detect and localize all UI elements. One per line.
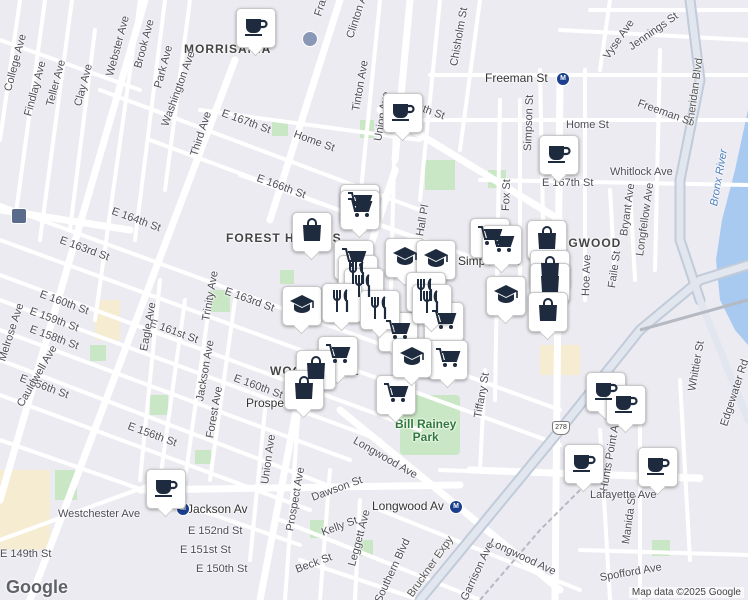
map-attribution[interactable]: Map data ©2025 Google xyxy=(628,587,744,598)
marker-shopping-bag[interactable] xyxy=(528,292,568,332)
station-label: Longwood Av xyxy=(372,499,444,513)
street-label: E 152nd St xyxy=(188,525,243,537)
street-label: E 149th St xyxy=(0,548,52,560)
street-label: Hoe Ave xyxy=(580,254,594,297)
street-label: Simpson St xyxy=(522,94,536,152)
station-label: Freeman St xyxy=(485,71,548,85)
street-label: Lafayette Ave xyxy=(590,489,657,501)
shopping-cart-icon xyxy=(347,197,373,224)
marker-shopping-bag[interactable] xyxy=(292,212,332,252)
marker-shopping-cart[interactable] xyxy=(340,190,380,230)
metro-icon[interactable] xyxy=(449,500,463,514)
map-canvas[interactable]: MORRISANIA FOREST HOUSES WOODSTOCK LONGW… xyxy=(0,0,748,600)
metro-icon[interactable] xyxy=(556,72,570,86)
marker-education[interactable] xyxy=(282,286,322,326)
shopping-cart-icon xyxy=(435,347,461,374)
bronx-river xyxy=(716,110,748,345)
coffee-icon xyxy=(154,477,178,502)
marker-shopping-cart[interactable] xyxy=(428,340,468,380)
street-label: Whitlock Ave xyxy=(610,166,673,178)
school-icon xyxy=(493,284,519,309)
shopping-bag-icon xyxy=(537,297,559,327)
coffee-icon xyxy=(244,16,268,41)
coffee-icon xyxy=(547,143,571,168)
coffee-icon xyxy=(614,393,638,418)
marker-coffee[interactable] xyxy=(638,447,678,487)
street-label: E 167th St xyxy=(542,177,594,189)
station-poi-icon[interactable] xyxy=(11,208,27,224)
park-area xyxy=(425,160,455,190)
marker-education[interactable] xyxy=(486,276,526,316)
street-label: Fox St xyxy=(500,179,514,212)
coffee-icon xyxy=(646,455,670,480)
park-label: Bill Rainey Park xyxy=(395,417,457,444)
street-label: Westchester Ave xyxy=(58,508,141,520)
shopping-bag-icon xyxy=(301,217,323,247)
street-label: Home St xyxy=(566,119,609,131)
marker-coffee[interactable] xyxy=(236,8,276,48)
school-icon xyxy=(392,246,418,271)
park-area xyxy=(280,270,294,284)
marker-coffee[interactable] xyxy=(146,469,186,509)
marker-coffee[interactable] xyxy=(564,444,604,484)
highway-shield-icon: 278 xyxy=(552,421,570,435)
school-icon xyxy=(399,346,425,371)
shopping-bag-icon xyxy=(293,375,315,405)
marker-coffee[interactable] xyxy=(539,135,579,175)
highway-shield-number: 278 xyxy=(555,424,567,431)
hospital-poi-icon[interactable] xyxy=(302,31,318,47)
park-area xyxy=(90,345,106,361)
coffee-icon xyxy=(391,101,415,126)
street-label: E 150th St xyxy=(196,563,248,575)
school-icon xyxy=(423,248,449,273)
shopping-cart-icon xyxy=(489,232,515,259)
park-area xyxy=(195,450,211,464)
street-label: E 151st St xyxy=(180,544,231,556)
marker-education[interactable] xyxy=(392,338,432,378)
google-logo[interactable]: Google xyxy=(6,577,68,598)
restaurant-icon xyxy=(331,288,353,318)
marker-coffee[interactable] xyxy=(383,93,423,133)
shopping-cart-icon xyxy=(383,382,409,409)
station-label: Jackson Av xyxy=(187,502,248,516)
park-area xyxy=(150,395,168,415)
school-icon xyxy=(289,294,315,319)
coffee-icon xyxy=(572,452,596,477)
